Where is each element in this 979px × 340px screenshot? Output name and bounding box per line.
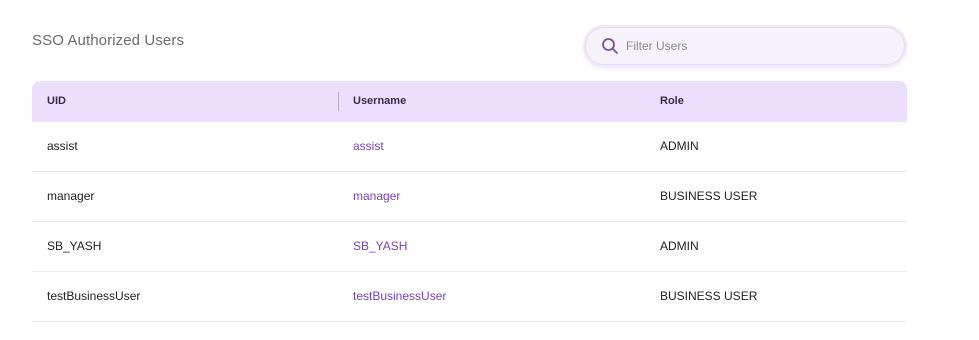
table-row[interactable]: manager manager BUSINESS USER xyxy=(32,172,907,222)
table-header: UID Username Role xyxy=(32,81,907,122)
table-row[interactable]: assist assist ADMIN xyxy=(32,122,907,172)
page-title: SSO Authorized Users xyxy=(32,32,185,49)
cell-role: BUSINESS USER xyxy=(660,289,758,303)
cell-uid: manager xyxy=(47,189,95,203)
users-table: UID Username Role assist assist ADMIN ma… xyxy=(32,81,907,322)
column-header-uid[interactable]: UID xyxy=(47,81,66,122)
column-header-username[interactable]: Username xyxy=(353,81,406,122)
column-divider[interactable] xyxy=(338,92,339,111)
table-row[interactable]: SB_YASH SB_YASH ADMIN xyxy=(32,222,907,272)
column-header-role[interactable]: Role xyxy=(660,81,684,122)
search-icon xyxy=(600,36,620,56)
search-input[interactable] xyxy=(626,34,886,58)
cell-role: BUSINESS USER xyxy=(660,189,758,203)
username-link[interactable]: SB_YASH xyxy=(353,222,407,271)
username-link[interactable]: testBusinessUser xyxy=(353,272,446,321)
cell-uid: assist xyxy=(47,139,78,153)
username-link[interactable]: assist xyxy=(353,122,384,171)
username-link[interactable]: manager xyxy=(353,172,400,221)
cell-uid: testBusinessUser xyxy=(47,289,141,303)
cell-uid: SB_YASH xyxy=(47,239,102,253)
cell-role: ADMIN xyxy=(660,239,699,253)
table-row[interactable]: testBusinessUser testBusinessUser BUSINE… xyxy=(32,272,907,322)
search-box[interactable] xyxy=(585,27,905,65)
cell-role: ADMIN xyxy=(660,139,699,153)
